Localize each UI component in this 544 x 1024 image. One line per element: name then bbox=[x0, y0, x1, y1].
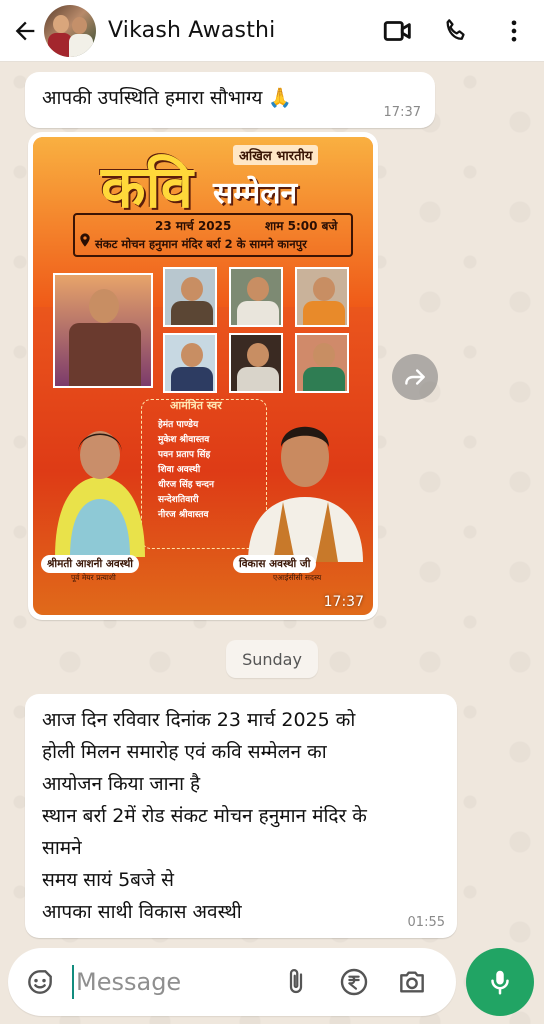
poster-akhil-text: अखिल भारतीय bbox=[233, 145, 319, 165]
message-line: होली मिलन समारोह एवं कवि सम्मेलन का bbox=[42, 741, 327, 763]
chat-header: Vikash Awasthi bbox=[0, 0, 544, 62]
emoji-button[interactable] bbox=[22, 964, 58, 1000]
message-time: 17:37 bbox=[383, 105, 421, 120]
poster-time: शाम 5:00 बजे bbox=[265, 219, 338, 233]
message-bubble[interactable]: आज दिन रविवार दिनांक 23 मार्च 2025 को हो… bbox=[25, 694, 457, 938]
voice-call-button[interactable] bbox=[432, 7, 480, 55]
poster-sammelan-text: सम्मेलन bbox=[213, 176, 298, 211]
poster-invited-name: नीरज श्रीवास्तव bbox=[158, 510, 209, 520]
payment-button[interactable] bbox=[336, 964, 372, 1000]
phone-icon bbox=[446, 18, 465, 40]
message-line: आपका साथी विकास अवस्थी bbox=[42, 901, 242, 923]
message-text: आपकी उपस्थिति हमारा सौभाग्य 🙏 bbox=[42, 87, 293, 109]
avatar[interactable] bbox=[44, 4, 96, 57]
video-call-button[interactable] bbox=[374, 7, 422, 55]
poster-invited-name: हेमंत पाण्डेय bbox=[158, 420, 199, 430]
emoji-icon bbox=[28, 970, 52, 994]
forward-button[interactable] bbox=[392, 354, 438, 400]
message-line: आयोजन किया जाना है bbox=[42, 773, 201, 795]
forward-icon bbox=[405, 369, 425, 385]
poster-date: 23 मार्च 2025 bbox=[155, 219, 232, 233]
arrow-left-icon bbox=[15, 21, 35, 40]
text-caret bbox=[72, 965, 74, 999]
event-poster-image[interactable]: अखिल भारतीय कवि सम्मेलन 23 मार्च 2025 शा… bbox=[33, 137, 373, 615]
poster-poet-photo bbox=[229, 267, 283, 327]
message-time: 17:37 bbox=[323, 594, 364, 610]
poster-man-figure bbox=[248, 426, 363, 562]
message-line: समय सायं 5बजे से bbox=[42, 869, 175, 891]
message-input[interactable] bbox=[76, 968, 256, 996]
poster-poet-photo bbox=[229, 333, 283, 393]
poster-venue: संकट मोचन हनुमान मंदिर बर्रा 2 के सामने … bbox=[95, 237, 307, 251]
back-button[interactable] bbox=[8, 14, 42, 48]
poster-invited-title: आमंत्रित स्वर bbox=[170, 399, 222, 412]
poster-poet-photo bbox=[163, 267, 217, 327]
location-pin-icon bbox=[80, 233, 90, 247]
day-separator: Sunday bbox=[226, 640, 318, 678]
video-call-icon bbox=[383, 20, 411, 41]
rupee-icon bbox=[340, 968, 368, 996]
poster-invited-name: पवन प्रताप सिंह bbox=[158, 450, 211, 460]
message-line: सामने bbox=[42, 837, 82, 859]
poster-left-name: श्रीमती आशनी अवस्थी bbox=[41, 555, 140, 573]
message-time: 01:55 bbox=[407, 915, 445, 930]
contact-name[interactable]: Vikash Awasthi bbox=[108, 18, 374, 43]
message-composer bbox=[8, 948, 456, 1016]
message-line: आज दिन रविवार दिनांक 23 मार्च 2025 को bbox=[42, 709, 356, 731]
poster-poet-photo bbox=[295, 267, 349, 327]
paperclip-icon bbox=[289, 969, 303, 994]
voice-message-button[interactable] bbox=[466, 948, 534, 1016]
more-vertical-icon bbox=[511, 20, 517, 41]
image-message-bubble[interactable]: अखिल भारतीय कवि सम्मेलन 23 मार्च 2025 शा… bbox=[28, 132, 378, 620]
camera-icon bbox=[400, 971, 424, 993]
poster-right-name: विकास अवस्थी जी bbox=[233, 555, 317, 573]
poster-invited-name: सन्देशतिवारी bbox=[158, 495, 199, 505]
message-text: आज दिन रविवार दिनांक 23 मार्च 2025 को हो… bbox=[42, 704, 452, 928]
attach-button[interactable] bbox=[278, 964, 314, 1000]
poster-invited-name: धीरज सिंह चन्दन bbox=[158, 480, 214, 490]
poster-left-subtitle: पूर्व मेयर प्रत्याशी bbox=[71, 573, 116, 582]
poster-right-subtitle: एआईसीसी सदस्य bbox=[273, 573, 322, 582]
poster-poet-photo bbox=[163, 333, 217, 393]
message-line: स्थान बर्रा 2में रोड संकट मोचन हनुमान मं… bbox=[42, 805, 367, 827]
poster-invited-name: शिवा अवस्थी bbox=[158, 465, 201, 475]
camera-button[interactable] bbox=[394, 964, 430, 1000]
poster-main-photo bbox=[53, 273, 153, 388]
poster-poet-photo bbox=[295, 333, 349, 393]
microphone-icon bbox=[491, 970, 509, 995]
message-bubble[interactable]: आपकी उपस्थिति हमारा सौभाग्य 🙏 17:37 bbox=[25, 72, 435, 128]
poster-invited-name: मुकेश श्रीवास्तव bbox=[158, 435, 210, 445]
more-options-button[interactable] bbox=[490, 7, 538, 55]
poster-lady-figure bbox=[55, 431, 145, 557]
